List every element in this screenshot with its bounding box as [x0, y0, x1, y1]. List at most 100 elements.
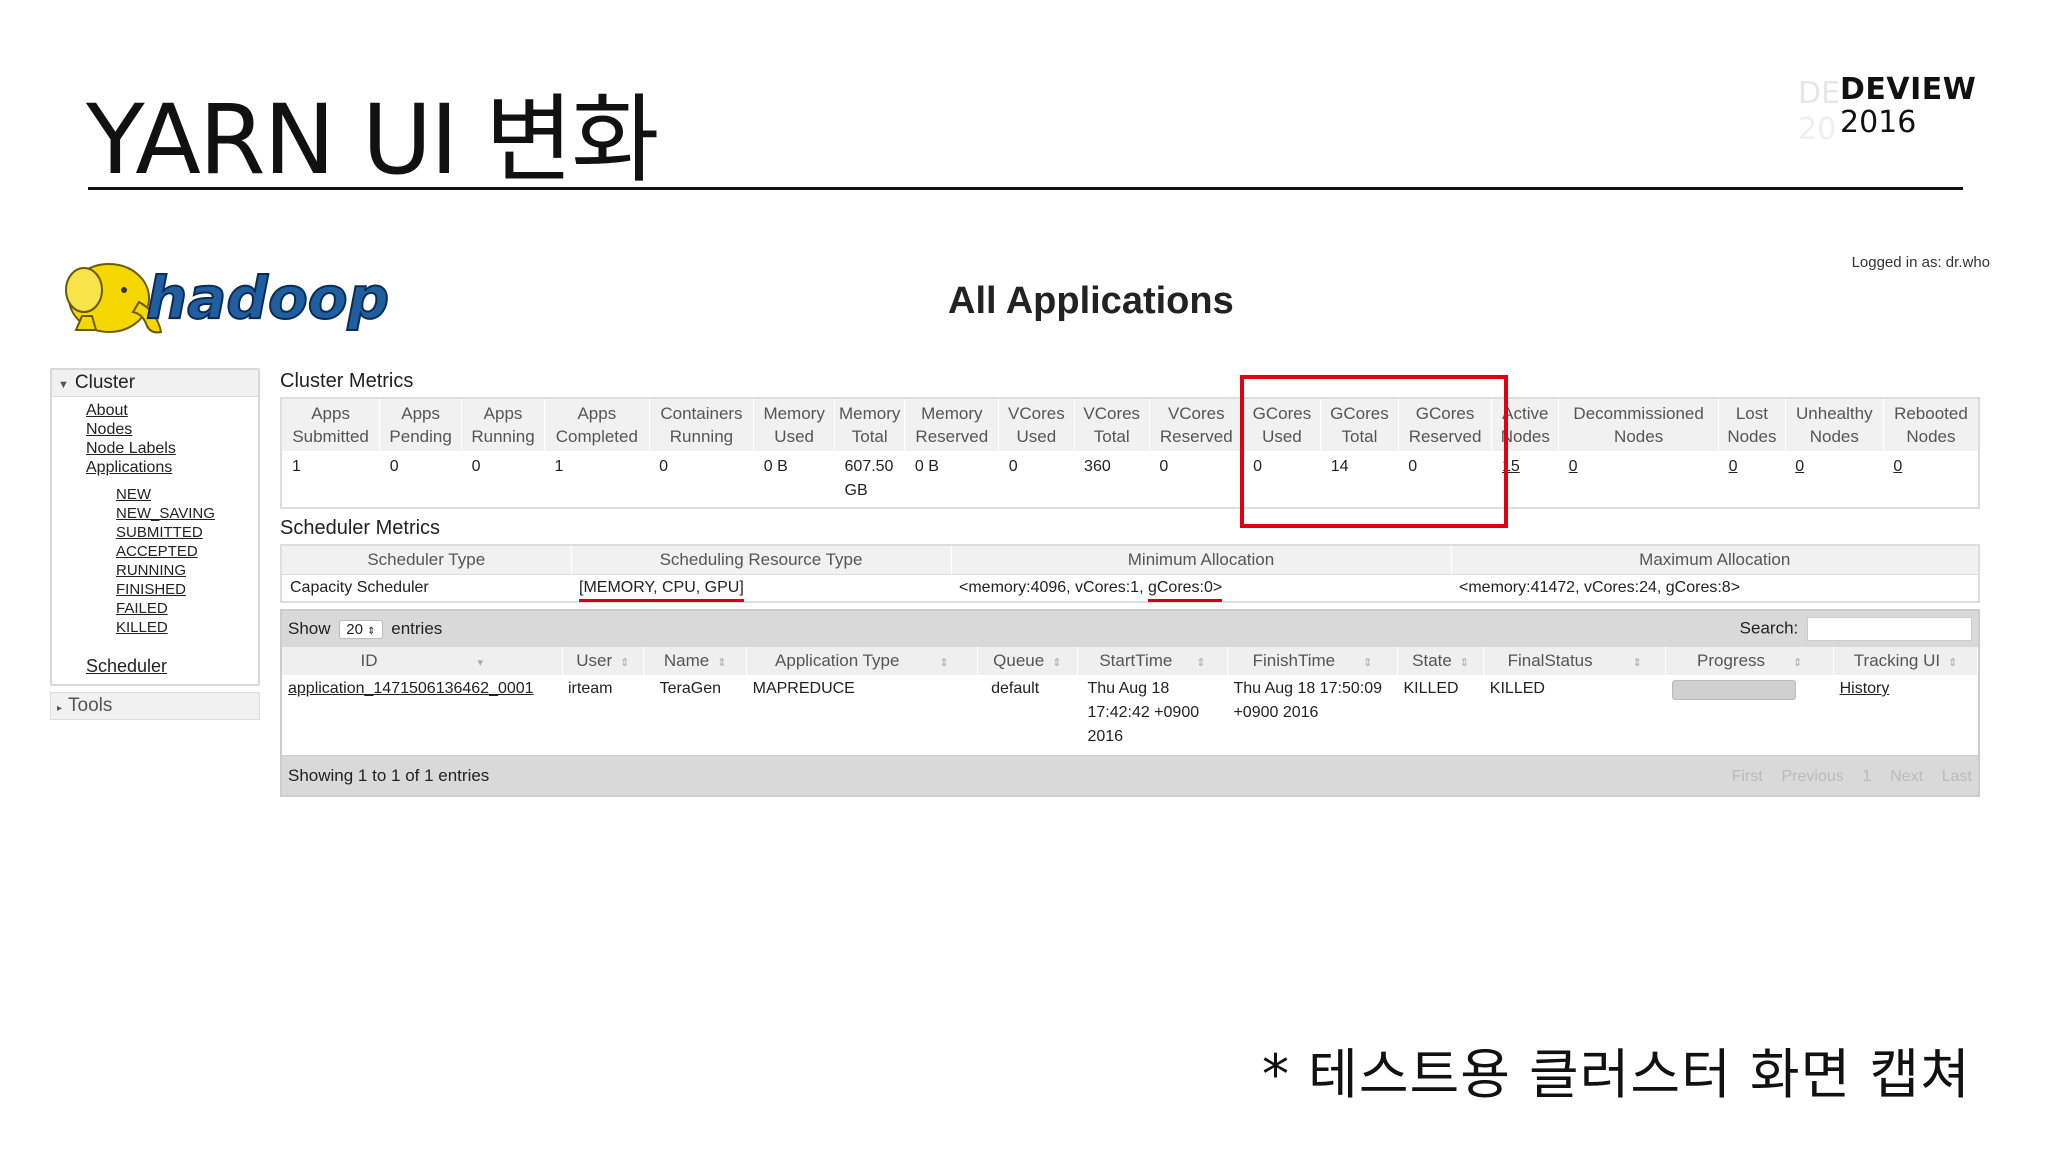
apps-footer: Showing 1 to 1 of 1 entries First Previo…	[282, 755, 1978, 795]
metric-value: 0	[1008, 458, 1018, 475]
sort-icon: ⇕	[939, 657, 949, 669]
app-final-status: KILLED	[1489, 680, 1545, 697]
apps-header-row: ID ▾ User ⇕ Name ⇕ Application Type ⇕ Queue ⇕…	[282, 647, 1978, 675]
metric-header: VCores Used	[998, 398, 1075, 451]
page-size-select[interactable]: 20 ⇕	[339, 620, 383, 639]
main-content: Cluster Metrics Apps Submitted Apps Pendin…	[280, 368, 1980, 797]
metric-value: 607.50 GB	[844, 458, 894, 499]
state-link-failed[interactable]: FAILED	[116, 599, 258, 618]
metric-value: 0 B	[763, 458, 788, 475]
show-label: Show	[288, 619, 331, 638]
column-header-type[interactable]: Application Type ⇕	[746, 647, 978, 675]
app-name: TeraGen	[659, 680, 722, 697]
pagination: First Previous 1 Next Last	[1718, 766, 1972, 786]
column-header-id[interactable]: ID ▾	[282, 647, 563, 675]
metric-header: Apps Completed	[544, 398, 650, 451]
applications-table: ID ▾ User ⇕ Name ⇕ Application Type ⇕ Queue ⇕…	[282, 647, 1978, 755]
state-link-accepted[interactable]: ACCEPTED	[116, 542, 258, 561]
page-size-value: 20	[346, 621, 363, 638]
state-link-killed[interactable]: KILLED	[116, 618, 258, 637]
table-row: application_1471506136462_0001 irteam Te…	[282, 675, 1978, 755]
applications-panel: Show 20 ⇕ entries Search: ID ▾ User ⇕ Name…	[280, 609, 1980, 797]
search-input[interactable]	[1807, 617, 1972, 641]
slide-title: YARN UI 변화	[86, 84, 660, 196]
sidebar-link-node-labels[interactable]: Node Labels	[86, 439, 258, 458]
column-header-start[interactable]: StartTime ⇕	[1077, 647, 1228, 675]
sidebar-link-applications[interactable]: Applications	[86, 458, 258, 477]
sidebar: ▼ Cluster About Nodes Node Labels Applica…	[50, 368, 260, 720]
column-header-state[interactable]: State ⇕	[1397, 647, 1485, 675]
cluster-header[interactable]: ▼ Cluster	[52, 370, 258, 397]
sort-desc-icon: ▾	[477, 657, 484, 669]
hadoop-wordmark: hadoop	[146, 264, 389, 332]
metric-value-link: 0	[1559, 451, 1719, 508]
column-header-finish[interactable]: FinishTime ⇕	[1227, 647, 1398, 675]
max-allocation: <memory:41472, vCores:24, gCores:8>	[1451, 574, 1979, 602]
hadoop-logo[interactable]: hadoop	[54, 250, 434, 345]
expand-triangle-icon: ▸	[57, 703, 63, 714]
brand-year: 2016	[1840, 105, 1917, 140]
unhealthy-nodes-link[interactable]: 0	[1795, 458, 1804, 475]
metric-value-link: 0	[1883, 451, 1979, 508]
metric-header: Memory Reserved	[904, 398, 1000, 451]
tools-label: Tools	[68, 695, 113, 716]
sidebar-link-nodes[interactable]: Nodes	[86, 420, 258, 439]
brand-ghost-text: DE	[1798, 76, 1841, 111]
pager-first[interactable]: First	[1732, 768, 1763, 785]
metric-header: Decommissioned Nodes	[1558, 398, 1720, 451]
column-header-tracking[interactable]: Tracking UI ⇕	[1833, 647, 1978, 675]
gcores-highlight-box	[1240, 375, 1508, 528]
column-header-user[interactable]: User ⇕	[562, 647, 645, 675]
sort-icon: ⇕	[1459, 657, 1470, 669]
app-state-links: NEW NEW_SAVING SUBMITTED ACCEPTED RUNNIN…	[86, 485, 258, 637]
scheduler-header: Minimum Allocation	[951, 545, 1452, 575]
slide-footnote: * 테스트용 클러스터 화면 캡쳐	[1262, 1043, 1971, 1106]
rebooted-nodes-link[interactable]: 0	[1893, 458, 1902, 475]
tracking-history-link[interactable]: History	[1840, 680, 1890, 697]
metric-header: VCores Reserved	[1149, 398, 1244, 451]
state-link-new[interactable]: NEW	[116, 485, 258, 504]
app-type: MAPREDUCE	[752, 680, 855, 697]
state-link-new-saving[interactable]: NEW_SAVING	[116, 504, 258, 523]
scheduler-header: Scheduler Type	[281, 545, 572, 575]
column-header-queue[interactable]: Queue ⇕	[977, 647, 1078, 675]
scheduler-header: Maximum Allocation	[1451, 545, 1980, 575]
metric-value: 0	[471, 458, 481, 475]
state-link-submitted[interactable]: SUBMITTED	[116, 523, 258, 542]
sort-icon: ⇕	[1632, 657, 1642, 669]
lost-nodes-link[interactable]: 0	[1729, 458, 1738, 475]
app-state: KILLED	[1403, 680, 1459, 697]
column-header-progress[interactable]: Progress ⇕	[1665, 647, 1835, 675]
column-header-name[interactable]: Name ⇕	[643, 647, 748, 675]
tools-header[interactable]: ▸ Tools	[50, 692, 260, 720]
app-user: irteam	[568, 680, 613, 697]
metric-value: 0	[1159, 458, 1169, 475]
cluster-label: Cluster	[74, 372, 136, 393]
pager-previous[interactable]: Previous	[1781, 768, 1843, 785]
sort-icon: ⇕	[1196, 657, 1206, 669]
app-id-cell: application_1471506136462_0001	[282, 675, 562, 755]
brand-name: DEVIEW	[1840, 72, 1977, 107]
state-link-finished[interactable]: FINISHED	[116, 580, 258, 599]
app-id-link[interactable]: application_1471506136462_0001	[288, 680, 534, 697]
entries-label: entries	[391, 619, 443, 638]
metric-value: 1	[292, 458, 301, 475]
pager-next[interactable]: Next	[1890, 768, 1923, 785]
cluster-panel: ▼ Cluster About Nodes Node Labels Applica…	[50, 368, 260, 686]
metric-header: VCores Total	[1074, 398, 1150, 451]
pager-last[interactable]: Last	[1942, 768, 1972, 785]
progress-bar	[1671, 680, 1796, 700]
sidebar-link-about[interactable]: About	[86, 401, 258, 420]
metric-header: Lost Nodes	[1718, 398, 1786, 451]
metric-value: 0	[389, 458, 399, 475]
sidebar-link-scheduler[interactable]: Scheduler	[86, 657, 258, 676]
metric-value: 360	[1084, 458, 1111, 475]
scheduler-link-wrap: Scheduler	[52, 657, 258, 684]
state-link-running[interactable]: RUNNING	[116, 561, 258, 580]
app-start-time: Thu Aug 18 17:42:42 +0900 2016	[1087, 680, 1200, 745]
pager-page[interactable]: 1	[1862, 768, 1871, 785]
column-header-final-status[interactable]: FinalStatus ⇕	[1483, 647, 1667, 675]
decommissioned-nodes-link[interactable]: 0	[1569, 458, 1578, 475]
metric-header: Apps Submitted	[281, 398, 381, 451]
min-allocation: <memory:4096, vCores:1,	[959, 579, 1148, 596]
